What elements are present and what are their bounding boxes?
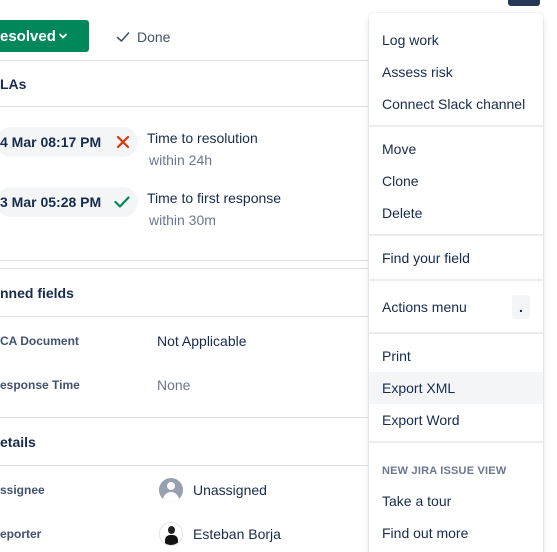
divider: [0, 268, 368, 269]
menu-item-print[interactable]: Print: [369, 340, 543, 372]
menu-item-take-tour[interactable]: Take a tour: [369, 485, 543, 517]
pinned-fields-title: nned fields: [0, 285, 74, 301]
divider: [0, 417, 368, 418]
assignee-field[interactable]: Unassigned: [159, 478, 267, 502]
assignee-value: Unassigned: [193, 482, 267, 498]
menu-item-actions-menu[interactable]: Actions menu .: [369, 291, 543, 323]
sla-target: within 24h: [149, 152, 213, 168]
avatar: [159, 478, 183, 502]
chevron-down-icon: [59, 33, 67, 39]
menu-item-clone[interactable]: Clone: [369, 165, 543, 197]
done-label: Done: [137, 29, 171, 45]
sla-time-pill: 4 Mar 08:17 PM: [0, 127, 138, 157]
field-label: esponse Time: [0, 378, 80, 392]
menu-group-heading: NEW JIRA ISSUE VIEW: [382, 465, 507, 477]
divider: [0, 465, 368, 466]
reporter-value: Esteban Borja: [193, 526, 281, 542]
menu-item-label: Actions menu: [382, 299, 467, 315]
menu-item-export-word[interactable]: Export Word: [369, 404, 543, 436]
field-value[interactable]: Not Applicable: [157, 333, 247, 349]
status-button[interactable]: esolved: [0, 20, 89, 52]
menu-separator: [369, 441, 543, 443]
avatar: [159, 522, 183, 546]
menu-item-assess-risk[interactable]: Assess risk: [369, 56, 543, 88]
check-icon: [114, 196, 130, 208]
sla-label: Time to first response: [147, 190, 282, 206]
menu-item-log-work[interactable]: Log work: [369, 24, 543, 56]
divider: [0, 106, 368, 107]
divider: [0, 60, 368, 61]
field-label: CA Document: [0, 334, 79, 348]
field-value[interactable]: None: [157, 377, 190, 393]
sla-label: Time to resolution: [147, 130, 258, 146]
done-transition[interactable]: Done: [115, 28, 170, 46]
sla-time: 3 Mar 05:28 PM: [0, 194, 102, 210]
sla-target: within 30m: [149, 212, 216, 228]
menu-item-find-field[interactable]: Find your field: [369, 242, 543, 274]
divider: [0, 260, 368, 261]
menu-item-delete[interactable]: Delete: [369, 197, 543, 229]
menu-item-move[interactable]: Move: [369, 133, 543, 165]
status-label: esolved: [0, 27, 56, 45]
assignee-label: ssignee: [0, 483, 45, 497]
more-actions-button[interactable]: [508, 0, 540, 6]
details-title: etails: [0, 434, 36, 450]
sla-section-title: LAs: [0, 76, 27, 92]
menu-separator: [369, 234, 543, 236]
reporter-label: eporter: [0, 527, 42, 541]
menu-separator: [369, 279, 543, 281]
menu-separator: [369, 332, 543, 334]
menu-item-connect-slack[interactable]: Connect Slack channel: [369, 88, 543, 120]
sla-time: 4 Mar 08:17 PM: [0, 134, 102, 150]
reporter-field[interactable]: Esteban Borja: [159, 522, 281, 546]
sla-time-pill: 3 Mar 05:28 PM: [0, 187, 138, 217]
cross-icon: [116, 135, 130, 149]
divider: [0, 316, 368, 317]
keyboard-shortcut: .: [512, 295, 530, 319]
menu-separator: [369, 125, 543, 127]
actions-dropdown-menu: Log work Assess risk Connect Slack chann…: [369, 13, 543, 552]
check-icon: [116, 32, 130, 42]
menu-item-export-xml[interactable]: Export XML: [369, 372, 543, 404]
menu-item-find-out-more[interactable]: Find out more: [369, 517, 543, 549]
